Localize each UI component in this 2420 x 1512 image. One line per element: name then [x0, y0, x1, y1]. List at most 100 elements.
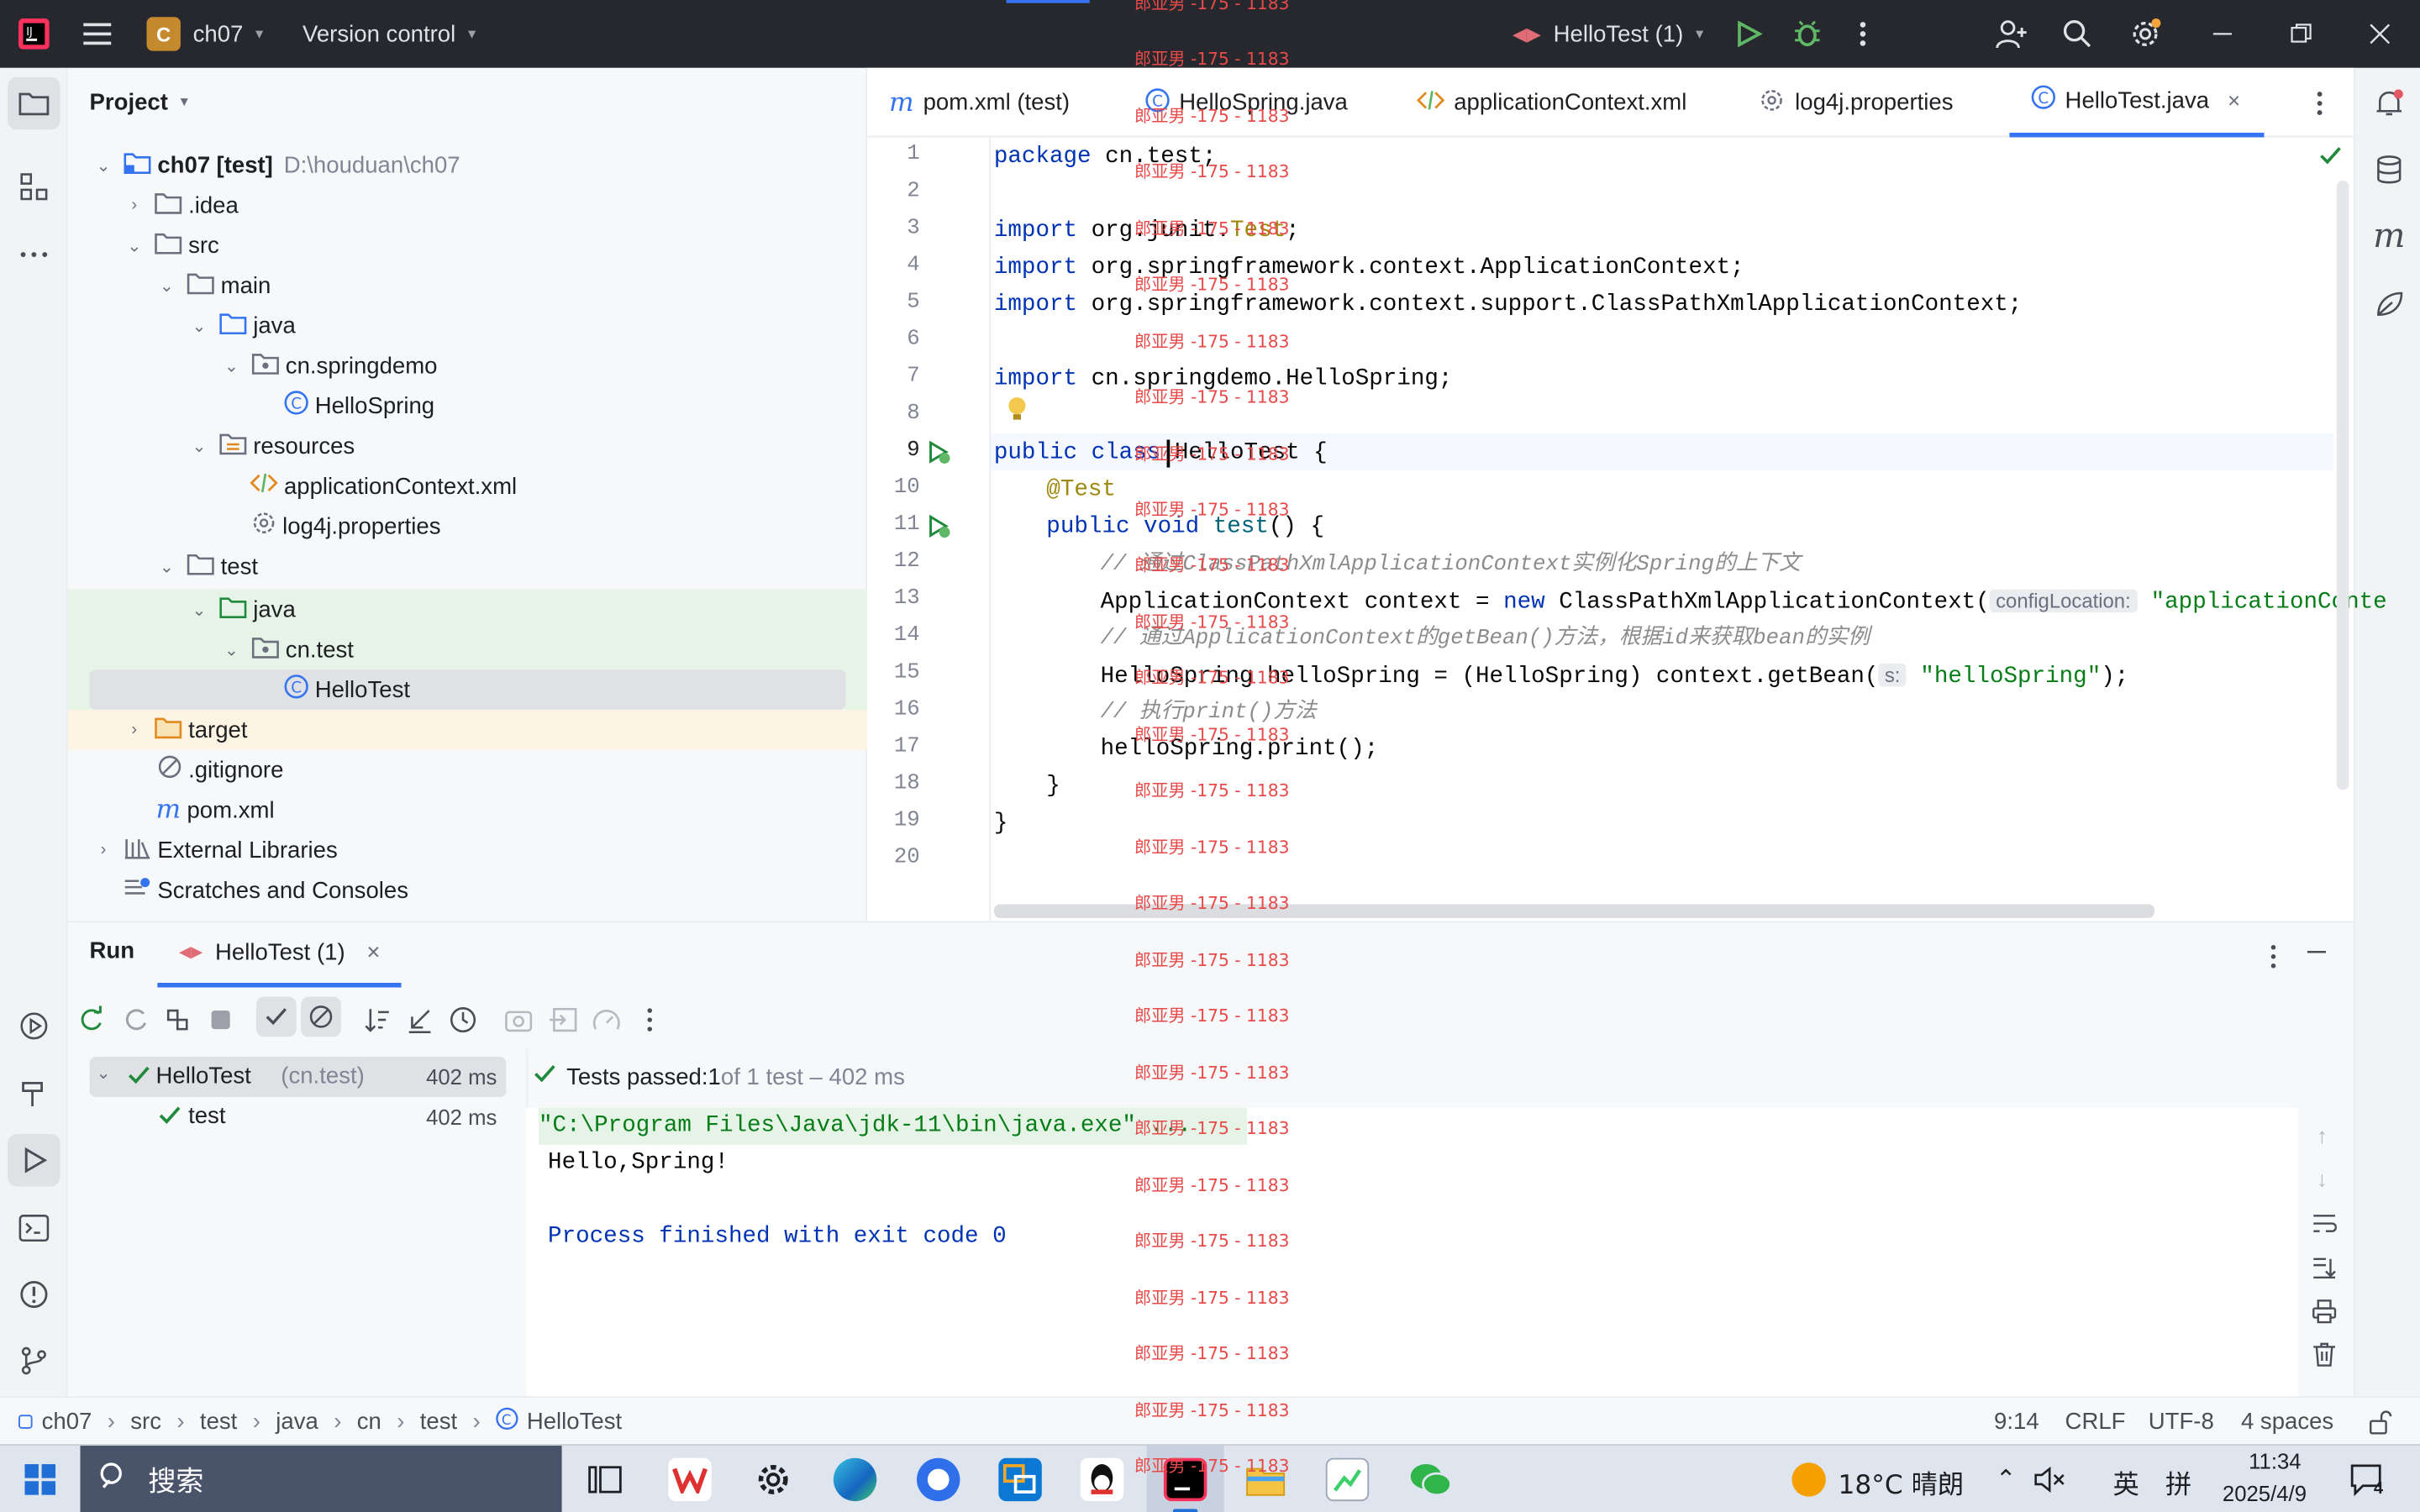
structure-tool-icon[interactable]	[8, 160, 60, 213]
tab-hellospring-java[interactable]: C HelloSpring.java	[1145, 68, 1348, 138]
close-tab-icon[interactable]: ×	[366, 940, 380, 966]
tree-item-cn-test[interactable]: ⌄ cn.test	[68, 629, 867, 669]
project-switcher[interactable]: C ch07 ▾	[146, 0, 263, 68]
tree-item-hellospring[interactable]: C HelloSpring	[68, 386, 867, 426]
windows-start-icon[interactable]	[24, 1464, 56, 1503]
run-config-selector[interactable]: ◀▶ HelloTest (1) ▾	[1512, 0, 1703, 68]
terminal-tool-icon[interactable]	[8, 1202, 60, 1254]
minimize-icon[interactable]	[2212, 0, 2233, 68]
tab-hellotest-java[interactable]: C HelloTest.java ×	[2009, 68, 2265, 138]
horizontal-scrollbar[interactable]	[993, 904, 2155, 918]
show-passed-icon[interactable]	[255, 996, 297, 1037]
breadcrumb-item[interactable]: java	[276, 1409, 318, 1435]
more-actions-icon[interactable]	[1858, 0, 1867, 68]
breadcrumb-item[interactable]: src	[130, 1409, 161, 1435]
clear-trash-icon[interactable]	[2312, 1342, 2336, 1375]
toggle-auto-test-icon[interactable]	[164, 1006, 192, 1042]
arrow-up-icon[interactable]: ↑	[2317, 1123, 2328, 1147]
vcs-widget[interactable]: Version control ▾	[302, 0, 476, 68]
scroll-to-end-icon[interactable]	[2312, 1256, 2336, 1289]
file-encoding[interactable]: UTF-8	[2149, 1409, 2214, 1435]
print-icon[interactable]	[2312, 1299, 2337, 1332]
tab-applicationcontext-xml[interactable]: applicationContext.xml	[1417, 68, 1686, 138]
run-test-method-icon[interactable]	[926, 514, 950, 547]
file-explorer-icon[interactable]	[1244, 1458, 1286, 1501]
tree-item-scratches[interactable]: Scratches and Consoles	[68, 870, 867, 911]
settings-gear-icon[interactable]	[751, 1458, 794, 1501]
tray-chevron-up-icon[interactable]: ⌃	[1996, 1464, 2017, 1495]
stop-icon[interactable]	[210, 1009, 232, 1038]
tree-item-ch07[interactable]: ⌄ ch07 [test] D:\houduan\ch07	[68, 145, 867, 186]
run-panel-options-icon[interactable]	[2269, 944, 2278, 977]
intention-bulb-icon[interactable]	[1007, 395, 1028, 430]
remote-desktop-icon[interactable]	[998, 1457, 1042, 1502]
tree-item-test[interactable]: ⌄ test	[68, 546, 867, 586]
intellij-taskbar-icon[interactable]	[1163, 1457, 1207, 1502]
indent-setting[interactable]: 4 spaces	[2241, 1409, 2333, 1435]
tree-item-applicationcontext-xml[interactable]: applicationContext.xml	[68, 466, 867, 507]
project-panel-header[interactable]: Project ▾	[90, 83, 188, 120]
arrow-down-icon[interactable]: ↓	[2317, 1167, 2328, 1191]
tree-item-external-libraries[interactable]: › External Libraries	[68, 830, 867, 870]
tree-item-test-java[interactable]: ⌄ java	[68, 590, 867, 630]
hide-panel-icon[interactable]	[2306, 941, 2328, 970]
tree-item-cn-springdemo[interactable]: ⌄ cn.springdemo	[68, 345, 867, 386]
breadcrumb-item[interactable]: ch07	[42, 1409, 92, 1435]
code-editor[interactable]: m pom.xml (test) C HelloSpring.java appl…	[867, 67, 2387, 921]
restore-icon[interactable]	[2291, 0, 2312, 68]
services-tool-icon[interactable]	[8, 1000, 60, 1052]
volume-muted-icon[interactable]	[2034, 1466, 2065, 1501]
close-tab-icon[interactable]: ×	[2228, 88, 2240, 113]
main-menu-icon[interactable]	[83, 0, 114, 68]
tree-item-src[interactable]: ⌄ src	[68, 225, 867, 265]
rerun-icon[interactable]	[77, 1005, 105, 1042]
breadcrumb-item[interactable]: test	[200, 1409, 237, 1435]
import-tests-icon[interactable]	[406, 1006, 434, 1042]
tree-item-main-java[interactable]: ⌄ java	[68, 306, 867, 346]
test-row-hellotest[interactable]: ⌄ HelloTest (cn.test) 402 ms	[89, 1057, 507, 1097]
close-icon[interactable]	[2369, 0, 2391, 68]
edge-browser-icon[interactable]	[833, 1457, 877, 1502]
build-tool-icon[interactable]	[8, 1068, 60, 1120]
run-icon[interactable]	[1734, 0, 1763, 68]
clock-time[interactable]: 11:34	[2241, 1449, 2309, 1473]
tree-item-idea[interactable]: › .idea	[68, 185, 867, 225]
sort-icon[interactable]	[363, 1006, 391, 1042]
clock-date[interactable]: 2025/4/9	[2223, 1481, 2307, 1505]
rerun-failed-icon[interactable]	[122, 1006, 150, 1042]
tree-item-gitignore[interactable]: .gitignore	[68, 750, 867, 790]
export-icon[interactable]	[549, 1007, 577, 1040]
tab-pom-xml[interactable]: m pom.xml (test)	[889, 68, 1070, 138]
intellij-logo-icon[interactable]: IJ	[18, 0, 50, 68]
caret-position[interactable]: 9:14	[1994, 1409, 2039, 1435]
tree-item-main[interactable]: ⌄ main	[68, 265, 867, 306]
run-tab-hellotest[interactable]: ◀▶ HelloTest (1) ×	[157, 922, 402, 988]
test-history-icon[interactable]	[449, 1006, 476, 1042]
git-tool-icon[interactable]	[8, 1335, 60, 1387]
vertical-scrollbar[interactable]	[2336, 180, 2349, 790]
wechat-icon[interactable]	[1409, 1458, 1452, 1501]
tree-item-target[interactable]: › target	[68, 710, 867, 750]
app-circle-icon[interactable]	[917, 1457, 960, 1502]
tree-item-log4j-properties[interactable]: log4j.properties	[68, 506, 867, 546]
notifications-icon[interactable]	[2363, 77, 2415, 129]
coverage-icon[interactable]	[592, 1007, 620, 1040]
screenshot-icon[interactable]	[505, 1007, 533, 1040]
soft-wrap-icon[interactable]	[2312, 1213, 2338, 1242]
ime-language[interactable]: 英	[2112, 1462, 2139, 1501]
search-icon[interactable]	[2062, 0, 2093, 68]
test-row-test[interactable]: test 402 ms	[90, 1097, 507, 1137]
show-ignored-icon[interactable]	[301, 996, 341, 1037]
weather-label[interactable]: 18°C 晴朗	[1839, 1462, 1965, 1501]
tabs-more-icon[interactable]	[2315, 68, 2324, 138]
tree-item-hellotest[interactable]: C HelloTest	[68, 669, 867, 710]
breadcrumb-item[interactable]: HelloTest	[527, 1409, 622, 1435]
console-output[interactable]: "C:\Program Files\Java\jdk-11\bin\java.e…	[526, 1107, 2298, 1399]
spring-icon[interactable]	[2363, 278, 2415, 330]
code-with-me-icon[interactable]	[1994, 0, 2028, 68]
qq-icon[interactable]	[1080, 1457, 1124, 1502]
settings-gear-icon[interactable]	[2128, 0, 2162, 68]
ime-mode[interactable]: 拼	[2165, 1462, 2191, 1501]
no-problems-check-icon[interactable]	[2318, 145, 2343, 175]
breadcrumb-item[interactable]: cn	[357, 1409, 381, 1435]
